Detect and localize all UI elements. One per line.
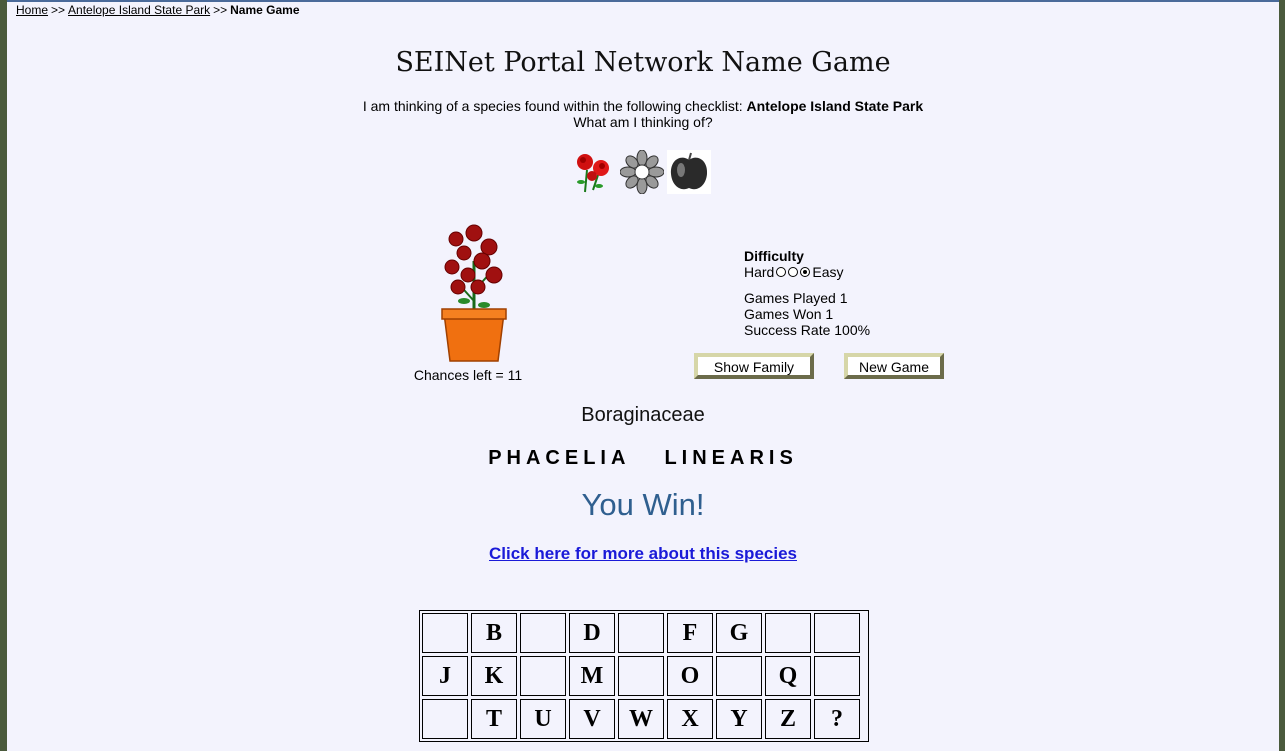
letter-button[interactable]: U bbox=[520, 699, 566, 739]
letter-button[interactable]: J bbox=[422, 656, 468, 696]
letter-cell-used bbox=[520, 613, 566, 653]
letter-button[interactable]: X bbox=[667, 699, 713, 739]
difficulty-selector: Hard Easy bbox=[744, 264, 870, 280]
checklist-name: Antelope Island State Park bbox=[746, 98, 924, 114]
letter-cell-used bbox=[618, 613, 664, 653]
letter-button[interactable]: Q bbox=[765, 656, 811, 696]
breadcrumb: Home >> Antelope Island State Park >> Name G… bbox=[16, 3, 300, 17]
game-stats: Difficulty Hard Easy Games Played 1 Game… bbox=[744, 248, 870, 338]
letter-button[interactable]: G bbox=[716, 613, 762, 653]
letter-cell-used bbox=[716, 656, 762, 696]
intro-question: What am I thinking of? bbox=[573, 114, 713, 130]
letter-button[interactable]: ? bbox=[814, 699, 860, 739]
chances-left: Chances left = 11 bbox=[413, 367, 523, 383]
games-won: Games Won 1 bbox=[744, 306, 834, 322]
apple-icon[interactable] bbox=[667, 150, 711, 194]
family-name: Boraginaceae bbox=[581, 404, 705, 426]
letter-cell-used bbox=[765, 613, 811, 653]
show-family-button[interactable]: Show Family bbox=[694, 353, 814, 379]
species-info-link[interactable]: Click here for more about this species bbox=[489, 544, 797, 563]
rose-plant-image bbox=[441, 224, 507, 362]
breadcrumb-park-link[interactable]: Antelope Island State Park bbox=[68, 3, 210, 17]
game-theme-icons bbox=[573, 150, 711, 194]
epithet-word: LINEARIS bbox=[664, 447, 798, 469]
difficulty-radio-medium[interactable] bbox=[788, 267, 799, 277]
difficulty-hard-label: Hard bbox=[744, 264, 775, 280]
difficulty-radio-hard[interactable] bbox=[776, 267, 787, 277]
species-answer: PHACELIA LINEARIS bbox=[7, 447, 1279, 470]
letter-cell-used bbox=[422, 613, 468, 653]
page: Home >> Antelope Island State Park >> Name G… bbox=[7, 0, 1279, 751]
difficulty-easy-label: Easy bbox=[812, 264, 844, 280]
breadcrumb-current: Name Game bbox=[230, 3, 300, 17]
letter-button[interactable]: F bbox=[667, 613, 713, 653]
letter-button[interactable]: D bbox=[569, 613, 615, 653]
letter-button[interactable]: B bbox=[471, 613, 517, 653]
more-info: Click here for more about this species bbox=[7, 544, 1279, 564]
games-played: Games Played 1 bbox=[744, 290, 848, 306]
letter-button[interactable]: T bbox=[471, 699, 517, 739]
difficulty-label: Difficulty bbox=[744, 248, 804, 264]
breadcrumb-home-link[interactable]: Home bbox=[16, 3, 48, 17]
intro-text: I am thinking of a species found within … bbox=[7, 98, 1279, 130]
intro-prefix: I am thinking of a species found within … bbox=[362, 98, 743, 114]
letter-button[interactable]: O bbox=[667, 656, 713, 696]
new-game-button[interactable]: New Game bbox=[844, 353, 944, 379]
breadcrumb-separator: >> bbox=[51, 3, 66, 17]
letter-button[interactable]: V bbox=[569, 699, 615, 739]
success-rate: Success Rate 100% bbox=[744, 322, 871, 338]
result-message: You Win! bbox=[581, 487, 705, 522]
letter-cell-used bbox=[618, 656, 664, 696]
letter-cell-used bbox=[520, 656, 566, 696]
page-title: SEINet Portal Network Name Game bbox=[395, 47, 891, 78]
breadcrumb-separator: >> bbox=[213, 3, 228, 17]
letter-button[interactable]: Z bbox=[765, 699, 811, 739]
letter-button[interactable]: W bbox=[618, 699, 664, 739]
letter-grid: B D F G J K M O Q T U V W X Y Z? bbox=[419, 610, 869, 742]
letter-button[interactable]: Y bbox=[716, 699, 762, 739]
genus-word: PHACELIA bbox=[488, 447, 631, 469]
difficulty-radio-easy[interactable] bbox=[800, 267, 811, 277]
rose-icon[interactable] bbox=[573, 150, 617, 194]
letter-cell-used bbox=[814, 613, 860, 653]
letter-cell-used bbox=[814, 656, 860, 696]
letter-button[interactable]: K bbox=[471, 656, 517, 696]
letter-cell-used bbox=[422, 699, 468, 739]
letter-button[interactable]: M bbox=[569, 656, 615, 696]
flower-icon[interactable] bbox=[620, 150, 664, 194]
